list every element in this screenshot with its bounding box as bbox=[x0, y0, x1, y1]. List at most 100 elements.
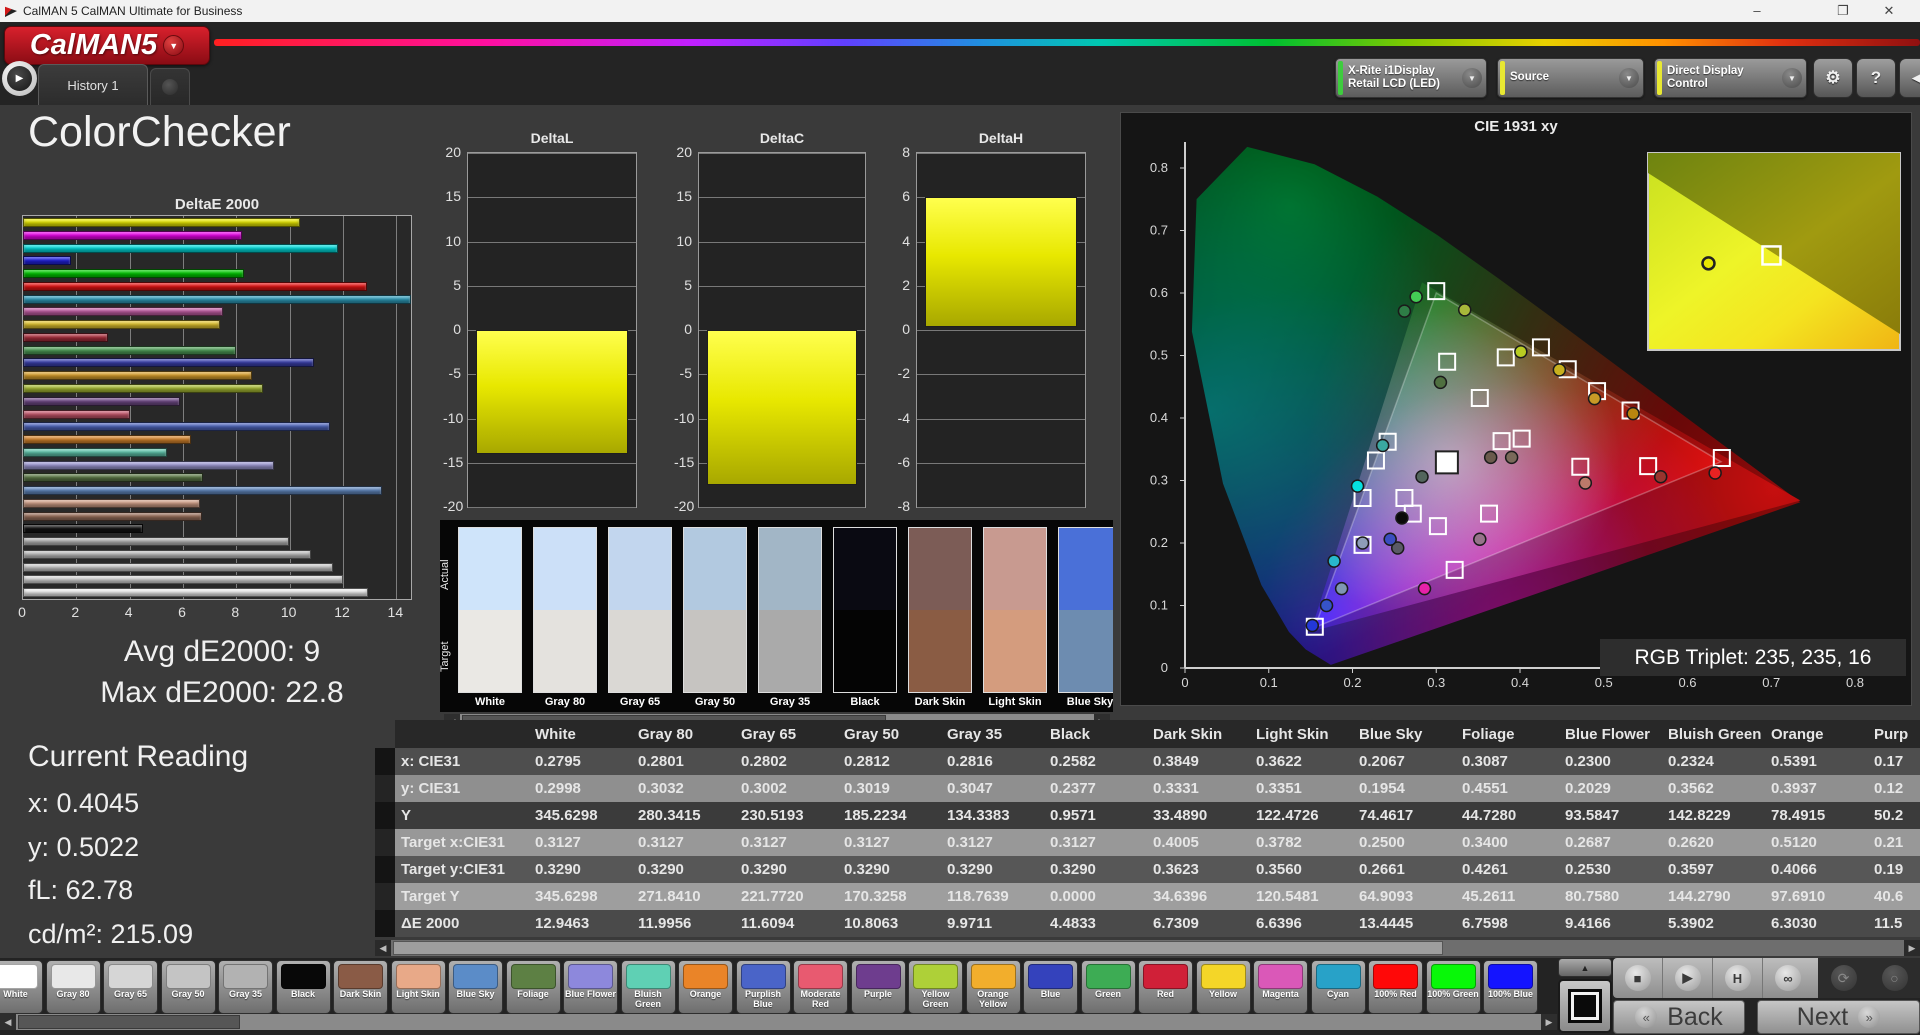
palette-button-light-skin[interactable]: Light Skin bbox=[390, 960, 446, 1014]
gridline bbox=[468, 462, 636, 464]
chevron-down-icon[interactable]: ▼ bbox=[1782, 68, 1802, 88]
add-tab-button[interactable] bbox=[150, 68, 190, 105]
palette-button-purple[interactable]: Purple bbox=[850, 960, 906, 1014]
collapse-panel-button[interactable]: ◀ bbox=[1899, 58, 1920, 98]
cie-measured-dot bbox=[1355, 536, 1370, 550]
row-gutter bbox=[375, 910, 395, 937]
record-icon[interactable]: ○ bbox=[1881, 965, 1908, 991]
cie-measured-dot bbox=[1334, 581, 1349, 596]
target-swatch bbox=[759, 610, 821, 692]
scroll-right-icon[interactable]: ▶ bbox=[1904, 940, 1920, 956]
table-cell: 0.4066 bbox=[1771, 861, 1817, 878]
play-button[interactable]: ▶ bbox=[1663, 958, 1713, 998]
actual-swatch bbox=[759, 528, 821, 610]
source-dropdown[interactable]: Source ▼ bbox=[1497, 58, 1644, 98]
swatch-column-gray-35 bbox=[758, 527, 822, 693]
refresh-icon[interactable]: ⟳ bbox=[1830, 965, 1857, 991]
palette-swatch bbox=[338, 964, 383, 989]
back-button[interactable]: « Back bbox=[1613, 1000, 1745, 1034]
avg-de2000: Avg dE2000: 9 bbox=[123, 635, 321, 668]
level-up-button[interactable]: ▲ bbox=[1558, 958, 1612, 977]
table-cell: 0.3290 bbox=[535, 861, 581, 878]
palette-button-foliage[interactable]: Foliage bbox=[505, 960, 561, 1014]
palette-button-gray-35[interactable]: Gray 35 bbox=[218, 960, 273, 1014]
palette-button-green[interactable]: Green bbox=[1080, 960, 1136, 1014]
palette-button-yellow-green[interactable]: Yellow Green bbox=[908, 960, 963, 1014]
palette-scrollbar[interactable]: ◀ ▶ bbox=[0, 1014, 1557, 1030]
logo-dropdown-icon[interactable]: ▼ bbox=[163, 35, 185, 56]
palette-button-100-blue[interactable]: 100% Blue bbox=[1483, 960, 1538, 1014]
swatch-label: Dark Skin bbox=[914, 696, 966, 708]
table-scroll-thumb[interactable] bbox=[393, 941, 1443, 955]
calman-logo-button[interactable]: CalMAN5 ▼ bbox=[4, 26, 210, 65]
palette-button-blue-flower[interactable]: Blue Flower bbox=[563, 960, 618, 1014]
palette-button-100-green[interactable]: 100% Green bbox=[1425, 960, 1481, 1014]
row-gutter bbox=[375, 748, 395, 775]
gridline bbox=[699, 197, 865, 199]
table-cell: 0.3623 bbox=[1153, 861, 1199, 878]
meter-dropdown[interactable]: X-Rite i1Display Retail LCD (LED) ▼ bbox=[1335, 58, 1487, 98]
palette-button-dark-skin[interactable]: Dark Skin bbox=[333, 960, 388, 1014]
gear-icon: ⚙ bbox=[1825, 68, 1841, 87]
palette-swatch bbox=[1028, 964, 1073, 989]
table-cell: 0.2661 bbox=[1359, 861, 1405, 878]
palette-button-moderate-red[interactable]: Moderate Red bbox=[793, 960, 848, 1014]
close-button[interactable]: ✕ bbox=[1872, 0, 1906, 21]
palette-button-orange-yellow[interactable]: Orange Yellow bbox=[965, 960, 1021, 1014]
table-scrollbar[interactable]: ◀ ▶ bbox=[375, 940, 1920, 956]
nav-menu-button[interactable]: ▶ bbox=[2, 61, 37, 96]
table-cell: 0.3127 bbox=[844, 834, 890, 851]
pause-button[interactable]: H bbox=[1713, 958, 1763, 998]
display-control-dropdown[interactable]: Direct Display Control ▼ bbox=[1654, 58, 1807, 98]
palette-button-gray-80[interactable]: Gray 80 bbox=[45, 960, 101, 1014]
actual-swatch bbox=[684, 528, 746, 610]
chevron-down-icon[interactable]: ▼ bbox=[1462, 68, 1482, 88]
palette-button-100-red[interactable]: 100% Red bbox=[1368, 960, 1423, 1014]
scroll-right-icon[interactable]: ▶ bbox=[1541, 1014, 1557, 1030]
next-button[interactable]: Next » bbox=[1757, 1000, 1920, 1034]
palette-label: Purple bbox=[863, 989, 892, 999]
palette-button-magenta[interactable]: Magenta bbox=[1253, 960, 1308, 1014]
palette-button-blue[interactable]: Blue bbox=[1023, 960, 1078, 1014]
column-header: Dark Skin bbox=[1153, 725, 1223, 743]
settings-button[interactable]: ⚙ bbox=[1813, 58, 1853, 98]
table-cell: 0.3290 bbox=[844, 861, 890, 878]
palette-label: Blue bbox=[1040, 989, 1061, 999]
window-pattern-button[interactable] bbox=[1558, 979, 1612, 1033]
palette-button-orange[interactable]: Orange bbox=[678, 960, 733, 1014]
palette-scroll-thumb[interactable] bbox=[18, 1015, 240, 1029]
de-bar-red bbox=[23, 332, 109, 342]
palette-button-black[interactable]: Black bbox=[275, 960, 331, 1014]
palette-button-gray-65[interactable]: Gray 65 bbox=[103, 960, 158, 1014]
palette-button-yellow[interactable]: Yellow bbox=[1195, 960, 1251, 1014]
svg-text:0.5: 0.5 bbox=[1150, 348, 1168, 363]
palette-button-blue-sky[interactable]: Blue Sky bbox=[448, 960, 503, 1014]
svg-text:0.2: 0.2 bbox=[1343, 675, 1361, 690]
tab-history-1[interactable]: History 1 bbox=[38, 64, 148, 105]
chevron-down-icon[interactable]: ▼ bbox=[1619, 68, 1639, 88]
loop-button[interactable]: ∞ bbox=[1763, 958, 1813, 998]
scroll-left-icon[interactable]: ◀ bbox=[0, 1014, 16, 1030]
target-swatch bbox=[684, 610, 746, 692]
palette-label: 100% Blue bbox=[1487, 989, 1534, 999]
palette-button-bluish-green[interactable]: Bluish Green bbox=[620, 960, 676, 1014]
cie-measured-dot bbox=[1653, 470, 1668, 484]
palette-button-cyan[interactable]: Cyan bbox=[1310, 960, 1366, 1014]
help-button[interactable]: ? bbox=[1856, 58, 1896, 98]
palette-button-white[interactable]: White bbox=[0, 960, 43, 1014]
scroll-left-icon[interactable]: ◀ bbox=[375, 940, 391, 956]
palette-button-gray-50[interactable]: Gray 50 bbox=[160, 960, 216, 1014]
palette-button-purplish-blue[interactable]: Purplish Blue bbox=[735, 960, 791, 1014]
de-bar-purple bbox=[23, 396, 181, 406]
palette-button-red[interactable]: Red bbox=[1138, 960, 1193, 1014]
palette-label: Light Skin bbox=[396, 989, 440, 999]
row-gutter bbox=[375, 856, 395, 883]
restore-button[interactable]: ❐ bbox=[1826, 0, 1860, 21]
cie-inset-zoom bbox=[1647, 152, 1901, 351]
stop-button[interactable]: ■ bbox=[1613, 958, 1663, 998]
gridline bbox=[699, 285, 865, 287]
palette-label: White bbox=[3, 989, 28, 999]
minimize-button[interactable]: – bbox=[1740, 0, 1774, 21]
table-cell: 0.3087 bbox=[1462, 753, 1508, 770]
column-header: Orange bbox=[1771, 725, 1824, 743]
